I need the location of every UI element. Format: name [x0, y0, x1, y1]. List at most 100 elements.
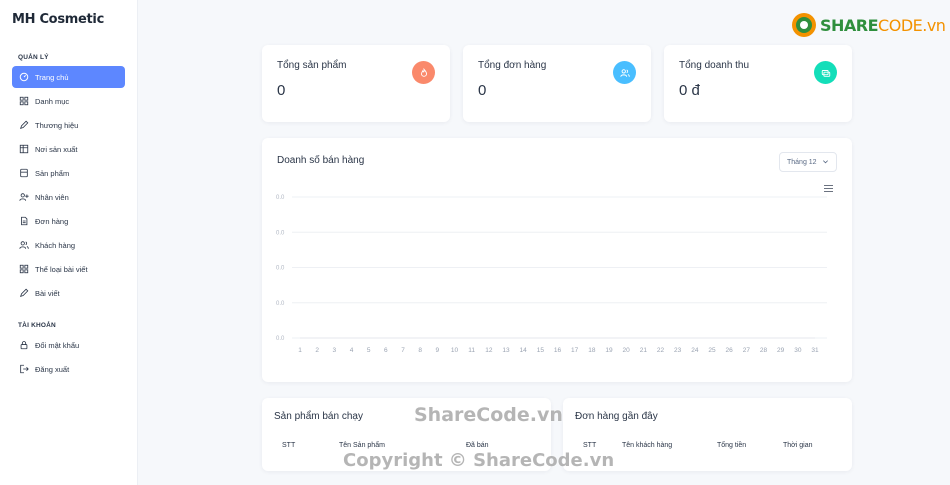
chart-x-tick-label: 25	[708, 347, 716, 354]
column-header: Đã bán	[466, 442, 489, 449]
product-icon	[18, 168, 29, 179]
sidebar-item-customers[interactable]: Khách hàng	[12, 234, 125, 256]
sidebar-item-label: Danh mục	[35, 96, 70, 106]
chart-x-tick-label: 17	[571, 347, 579, 354]
stat-card-products: Tổng sản phẩm 0	[262, 45, 450, 122]
dashboard-icon	[18, 72, 29, 83]
logo-text-code: CODE.vn	[878, 15, 946, 35]
chart-x-tick-label: 27	[743, 347, 751, 354]
user-plus-icon	[18, 192, 29, 203]
chart-x-tick-label: 18	[588, 347, 596, 354]
sales-chart: 0.00.00.00.00.01 2 3 4 5 6 7 8 9 10 11 12 13 14 15 16 17…	[276, 195, 827, 354]
column-header: Thời gian	[783, 442, 813, 449]
sales-chart-card: Doanh số bán hàng Tháng 12 0.0 0.0 0.0 0.0 0…	[262, 138, 852, 382]
sidebar-item-post-categories[interactable]: Thể loại bài viết	[12, 258, 125, 280]
sidebar-item-label: Khách hàng	[35, 240, 76, 250]
stat-card-revenue: Tổng doanh thu 0 đ	[664, 45, 852, 122]
chart-x-tick-label: 31	[811, 347, 819, 354]
stat-title: Tổng doanh thu	[679, 60, 750, 71]
sidebar-item-brands[interactable]: Thương hiệu	[12, 114, 125, 136]
sidebar-item-orders[interactable]: Đơn hàng	[12, 210, 125, 232]
section-label-manage: QUẢN LÝ	[18, 54, 49, 61]
chart-x-tick-label: 5	[367, 347, 371, 354]
sidebar-item-home[interactable]: Trang chủ	[12, 66, 125, 88]
sidebar-item-staff[interactable]: Nhân viên	[12, 186, 125, 208]
sidebar-item-posts[interactable]: Bài viết	[12, 282, 125, 304]
chart-x-tick-label: 14	[520, 347, 528, 354]
chart-x-tick-label: 10	[451, 347, 459, 354]
sidebar-item-label: Đổi mật khẩu	[35, 340, 80, 350]
watermark-center: ShareCode.vn	[414, 404, 563, 426]
chart-x-tick-label: 1	[298, 347, 302, 354]
lock-icon	[18, 340, 29, 351]
chart-x-tick-label: 2	[315, 347, 319, 354]
chart-x-tick-label: 4	[350, 347, 354, 354]
stat-value: 0	[478, 82, 487, 99]
table-title: Sản phẩm bán chạy	[274, 411, 363, 422]
pencil-icon	[18, 288, 29, 299]
stat-value: 0	[277, 82, 286, 99]
chart-x-tick-label: 12	[485, 347, 493, 354]
logout-icon	[18, 364, 29, 375]
money-icon	[814, 61, 837, 84]
grid-icon	[18, 264, 29, 275]
chart-y-tick-label: 0.0	[276, 301, 285, 307]
chart-x-tick-label: 24	[691, 347, 699, 354]
column-header: STT	[282, 442, 296, 449]
chart-x-tick-label: 11	[468, 347, 475, 354]
chart-y-tick-label: 0.0	[276, 336, 285, 342]
chart-x-tick-label: 8	[418, 347, 422, 354]
stat-value: 0 đ	[679, 82, 700, 99]
chart-x-tick-label: 7	[401, 347, 405, 354]
chart-x-tick-label: 3	[333, 347, 337, 354]
sidebar-item-label: Nơi sản xuất	[35, 144, 78, 154]
table-title: Đơn hàng gần đây	[575, 411, 658, 422]
watermark-bottom: Copyright © ShareCode.vn	[343, 450, 615, 471]
sidebar-item-label: Trang chủ	[35, 72, 69, 82]
chart-y-tick-label: 0.0	[276, 266, 285, 272]
chart-y-tick-label: 0.0	[276, 195, 285, 201]
chart-x-tick-label: 28	[760, 347, 768, 354]
stat-card-orders: Tổng đơn hàng 0	[463, 45, 651, 122]
sidebar-item-origins[interactable]: Nơi sản xuất	[12, 138, 125, 160]
flame-icon	[412, 61, 435, 84]
sidebar: MH Cosmetic QUẢN LÝ Trang chủ Danh mục T…	[0, 0, 138, 485]
column-header: Tổng tiền	[717, 442, 747, 449]
grid-icon	[18, 96, 29, 107]
sidebar-item-products[interactable]: Sản phẩm	[12, 162, 125, 184]
sidebar-item-label: Nhân viên	[35, 192, 69, 202]
chart-x-tick-label: 29	[777, 347, 785, 354]
logo-text-share: SHARE	[820, 15, 879, 35]
chart-y-tick-label: 0.0	[276, 230, 285, 236]
file-icon	[18, 216, 29, 227]
stat-title: Tổng sản phẩm	[277, 60, 347, 71]
chart-x-tick-label: 21	[640, 347, 648, 354]
sidebar-item-logout[interactable]: Đăng xuất	[12, 358, 125, 380]
chart-x-tick-label: 20	[623, 347, 631, 354]
sharecode-logo-icon	[792, 13, 816, 37]
users-icon	[613, 61, 636, 84]
sidebar-item-change-password[interactable]: Đổi mật khẩu	[12, 334, 125, 356]
sidebar-item-label: Sản phẩm	[35, 168, 70, 178]
chart-x-tick-label: 26	[726, 347, 734, 354]
sharecode-logo: SHARECODE.vn	[791, 12, 946, 38]
column-header: Tên Sản phẩm	[339, 442, 385, 449]
sidebar-item-label: Đơn hàng	[35, 216, 69, 226]
sidebar-item-label: Bài viết	[35, 288, 60, 298]
brand-logo[interactable]: MH Cosmetic	[12, 12, 104, 27]
chart-x-tick-label: 15	[537, 347, 545, 354]
chart-x-tick-label: 23	[674, 347, 682, 354]
table-icon	[18, 144, 29, 155]
chart-x-tick-label: 19	[605, 347, 613, 354]
pencil-icon	[18, 120, 29, 131]
chart-x-tick-label: 9	[436, 347, 440, 354]
sidebar-item-label: Đăng xuất	[35, 364, 70, 374]
chart-x-tick-label: 16	[554, 347, 562, 354]
sidebar-item-label: Thương hiệu	[35, 120, 79, 130]
column-header: STT	[583, 442, 597, 449]
sidebar-item-categories[interactable]: Danh mục	[12, 90, 125, 112]
column-header: Tên khách hàng	[622, 442, 673, 449]
sidebar-item-label: Thể loại bài viết	[35, 264, 88, 274]
chart-x-tick-label: 13	[502, 347, 510, 354]
users-icon	[18, 240, 29, 251]
